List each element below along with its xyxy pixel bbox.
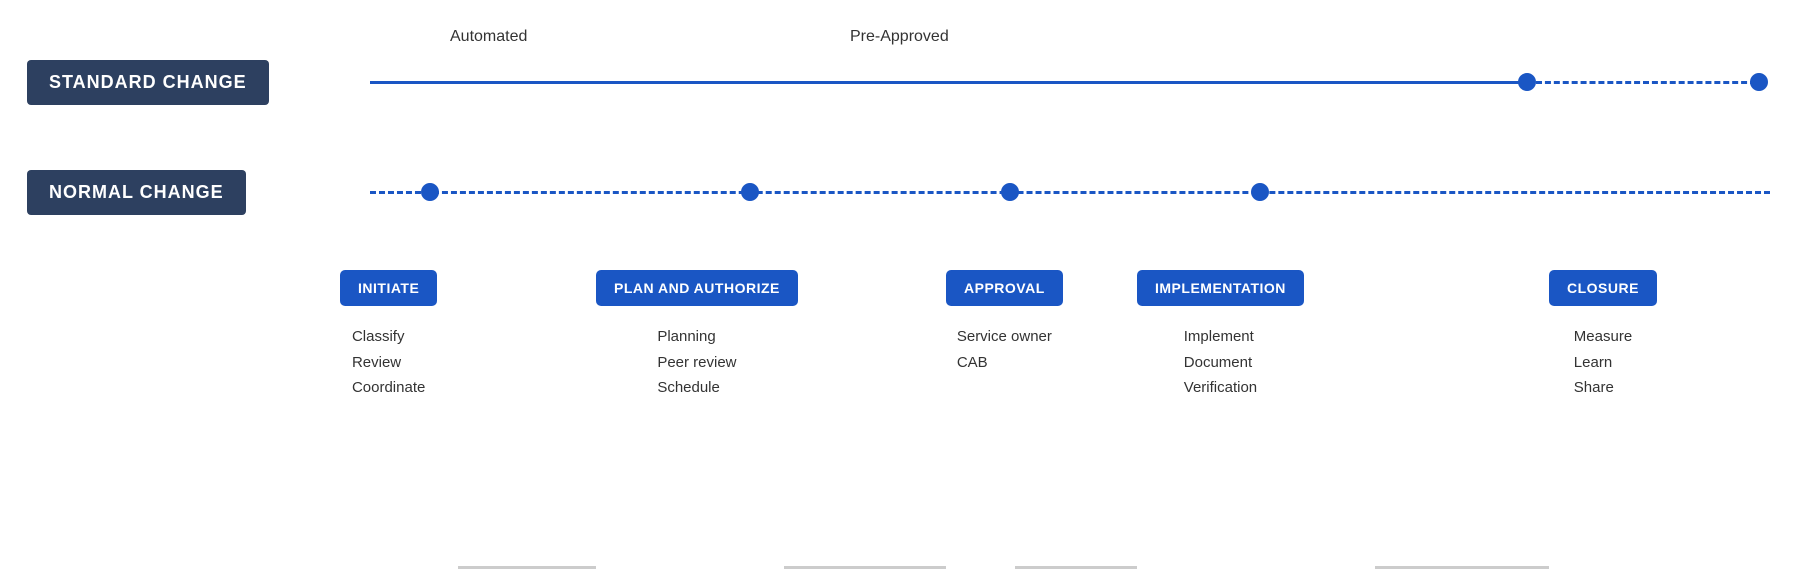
initiate-sub-3: Coordinate xyxy=(352,375,425,401)
closure-sub: Measure Learn Share xyxy=(1574,324,1632,401)
plan-sub-3: Schedule xyxy=(657,375,736,401)
plan-sub-1: Planning xyxy=(657,324,736,350)
phase-implementation: IMPLEMENTATION Implement Document Verifi… xyxy=(1137,270,1304,401)
initiate-sub-2: Review xyxy=(352,350,425,376)
phase-approval: APPROVAL Service owner CAB xyxy=(946,270,1063,375)
standard-dot-2 xyxy=(1750,73,1768,91)
approval-sub-2: CAB xyxy=(957,350,1052,376)
closure-sub-1: Measure xyxy=(1574,324,1632,350)
label-preapproved: Pre-Approved xyxy=(850,28,949,46)
impl-sub-2: Document xyxy=(1184,350,1257,376)
closure-sub-3: Share xyxy=(1574,375,1632,401)
phase-initiate: INITIATE Classify Review Coordinate xyxy=(340,270,437,401)
plan-authorize-sub: Planning Peer review Schedule xyxy=(657,324,736,401)
normal-change-label: NORMAL CHANGE xyxy=(27,170,246,215)
closure-button[interactable]: CLOSURE xyxy=(1549,270,1657,306)
initiate-sub: Classify Review Coordinate xyxy=(352,324,425,401)
standard-line-solid xyxy=(370,81,1525,84)
label-automated: Automated xyxy=(450,28,527,46)
normal-dot-1 xyxy=(421,183,439,201)
approval-button[interactable]: APPROVAL xyxy=(946,270,1063,306)
implementation-button[interactable]: IMPLEMENTATION xyxy=(1137,270,1304,306)
impl-sub-3: Verification xyxy=(1184,375,1257,401)
approval-sub-1: Service owner xyxy=(957,324,1052,350)
normal-dot-4 xyxy=(1251,183,1269,201)
normal-line-dashed xyxy=(370,191,1770,194)
initiate-sub-1: Classify xyxy=(352,324,425,350)
phase-closure: CLOSURE Measure Learn Share xyxy=(1549,270,1657,401)
closure-sub-2: Learn xyxy=(1574,350,1632,376)
initiate-button[interactable]: INITIATE xyxy=(340,270,437,306)
plan-sub-2: Peer review xyxy=(657,350,736,376)
approval-sub: Service owner CAB xyxy=(957,324,1052,375)
implementation-sub: Implement Document Verification xyxy=(1184,324,1257,401)
impl-sub-1: Implement xyxy=(1184,324,1257,350)
normal-dot-2 xyxy=(741,183,759,201)
phase-plan-authorize: PLAN AND AUTHORIZE Planning Peer review … xyxy=(596,270,798,401)
plan-authorize-button[interactable]: PLAN AND AUTHORIZE xyxy=(596,270,798,306)
normal-dot-3 xyxy=(1001,183,1019,201)
standard-change-label: STANDARD CHANGE xyxy=(27,60,269,105)
standard-dot-1 xyxy=(1518,73,1536,91)
diagram-container: Automated Pre-Approved STANDARD CHANGE N… xyxy=(0,0,1798,500)
standard-line-dashed xyxy=(1536,81,1756,84)
